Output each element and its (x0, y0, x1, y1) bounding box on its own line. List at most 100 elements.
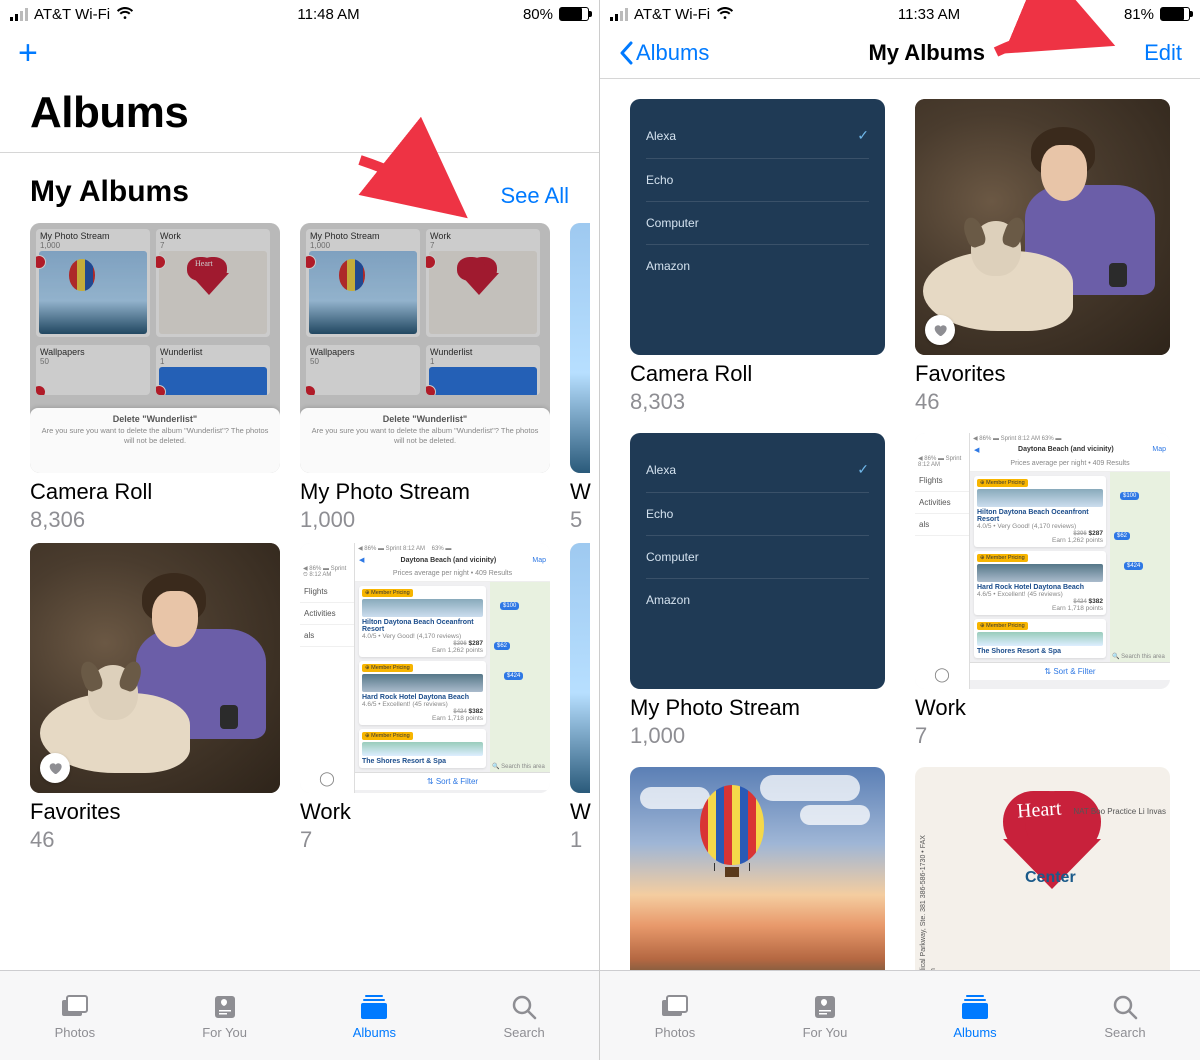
battery-pct: 80% (523, 6, 553, 23)
album-favorites[interactable]: Favorites 46 (30, 543, 280, 853)
heart-icon (40, 753, 70, 783)
battery-icon (1160, 7, 1190, 21)
back-label: Albums (636, 40, 709, 66)
photos-icon (59, 992, 91, 1022)
section-title: My Albums (30, 175, 189, 209)
album-thumbnail: My Photo Stream1,000 Work7 (300, 223, 550, 473)
search-icon (1109, 992, 1141, 1022)
album-wallpapers[interactable] (630, 767, 885, 970)
carrier-label: AT&T Wi-Fi (34, 6, 110, 23)
album-count: 46 (915, 389, 1170, 415)
for-you-icon (809, 992, 841, 1022)
delete-dialog: Delete "Wunderlist" Are you sure you wan… (30, 408, 280, 473)
card-right-text: NAT Boo Practice Li Invas (1073, 807, 1166, 816)
for-you-icon (209, 992, 241, 1022)
album-favorites[interactable]: Favorites 46 (915, 99, 1170, 415)
album-partial[interactable]: W 5 (570, 223, 590, 533)
album-heart-card[interactable]: Heart Center 61 Memorial Medical Parkway… (915, 767, 1170, 970)
album-name: Camera Roll (630, 361, 885, 387)
album-count: 1,000 (300, 507, 550, 533)
tab-label: For You (803, 1025, 848, 1040)
heart-icon (925, 315, 955, 345)
album-name: W (570, 479, 590, 505)
tab-label: Albums (353, 1025, 396, 1040)
search-icon (508, 992, 540, 1022)
back-button[interactable]: Albums (618, 40, 709, 66)
tab-for-you[interactable]: For You (150, 971, 300, 1060)
carrier-label: AT&T Wi-Fi (634, 6, 710, 23)
album-work[interactable]: ◀ 86% ▬ Sprint 8:12 AM Flights Activitie… (915, 433, 1170, 749)
tab-for-you[interactable]: For You (750, 971, 900, 1060)
tab-albums[interactable]: Albums (900, 971, 1050, 1060)
check-icon: ✓ (857, 461, 869, 478)
tab-photos[interactable]: Photos (600, 971, 750, 1060)
status-bar: AT&T Wi-Fi 11:33 AM 81% (600, 0, 1200, 28)
album-thumbnail (570, 543, 590, 793)
album-count: 7 (915, 723, 1170, 749)
album-count: 8,303 (630, 389, 885, 415)
album-camera-roll[interactable]: My Photo Stream 1,000 Work 7 (30, 223, 280, 533)
tab-label: Search (1104, 1025, 1145, 1040)
album-thumbnail (30, 543, 280, 793)
tab-search[interactable]: Search (1050, 971, 1200, 1060)
see-all-link[interactable]: See All (501, 183, 570, 209)
album-thumbnail: My Photo Stream 1,000 Work 7 (30, 223, 280, 473)
album-my-photo-stream[interactable]: Alexa✓ Echo Computer Amazon My Photo Str… (630, 433, 885, 749)
album-name: Work (300, 799, 550, 825)
album-camera-roll[interactable]: Alexa✓ Echo Computer Amazon Camera Roll … (630, 99, 885, 415)
album-thumbnail: Heart Center 61 Memorial Medical Parkway… (915, 767, 1170, 970)
album-count: 1,000 (630, 723, 885, 749)
tab-label: Photos (55, 1025, 95, 1040)
album-thumbnail: Alexa✓ Echo Computer Amazon (630, 99, 885, 355)
tab-photos[interactable]: Photos (0, 971, 150, 1060)
albums-scroll[interactable]: My Photo Stream 1,000 Work 7 (0, 223, 599, 970)
dialog-title: Delete "Wunderlist" (38, 414, 272, 424)
clock: 11:33 AM (898, 6, 960, 23)
album-work[interactable]: ◀ 86% ▬ Sprint ⏲ 8:12 AM Flights Activit… (300, 543, 550, 853)
album-thumbnail (570, 223, 590, 473)
album-thumbnail: Alexa✓ Echo Computer Amazon (630, 433, 885, 689)
album-name: Work (915, 695, 1170, 721)
add-album-button[interactable]: + (18, 36, 38, 70)
album-count: 8,306 (30, 507, 280, 533)
album-count: 5 (570, 507, 590, 533)
album-partial[interactable]: W 1 (570, 543, 590, 853)
clock: 11:48 AM (297, 6, 359, 23)
edit-button[interactable]: Edit (1144, 40, 1182, 66)
album-name: Camera Roll (30, 479, 280, 505)
album-my-photo-stream[interactable]: My Photo Stream1,000 Work7 (300, 223, 550, 533)
tab-label: Search (504, 1025, 545, 1040)
albums-icon (358, 992, 390, 1022)
albums-grid[interactable]: Alexa✓ Echo Computer Amazon Camera Roll … (600, 79, 1200, 970)
photos-icon (659, 992, 691, 1022)
album-name: W (570, 799, 590, 825)
albums-icon (959, 992, 991, 1022)
tab-search[interactable]: Search (449, 971, 599, 1060)
wifi-icon (716, 7, 734, 21)
status-bar: AT&T Wi-Fi 11:48 AM 80% (0, 0, 599, 28)
signal-icon (610, 7, 628, 21)
nav-title: My Albums (868, 40, 985, 66)
wifi-icon (116, 7, 134, 21)
heart-center-word: Center (1025, 869, 1076, 887)
nav-bar: + (0, 28, 599, 78)
card-side-text: 61 Memorial Medical Parkway, Ste. 381 38… (919, 787, 939, 970)
battery-icon (559, 7, 589, 21)
album-count: 1 (570, 827, 590, 853)
battery-pct: 81% (1124, 6, 1154, 23)
tab-bar: Photos For You Albums Search (0, 970, 599, 1060)
section-header: My Albums See All (0, 153, 599, 223)
album-thumbnail: ◀ 86% ▬ Sprint 8:12 AM Flights Activitie… (915, 433, 1170, 689)
album-thumbnail: ◀ 86% ▬ Sprint ⏲ 8:12 AM Flights Activit… (300, 543, 550, 793)
heart-script: Heart (1016, 797, 1062, 823)
album-thumbnail (630, 767, 885, 970)
tab-albums[interactable]: Albums (300, 971, 450, 1060)
tab-label: Photos (655, 1025, 695, 1040)
tab-bar: Photos For You Albums Search (600, 970, 1200, 1060)
album-name: My Photo Stream (300, 479, 550, 505)
tab-label: For You (202, 1025, 247, 1040)
signal-icon (10, 7, 28, 21)
chevron-left-icon (618, 41, 634, 65)
nav-bar: Albums My Albums Edit (600, 28, 1200, 78)
album-count: 46 (30, 827, 280, 853)
